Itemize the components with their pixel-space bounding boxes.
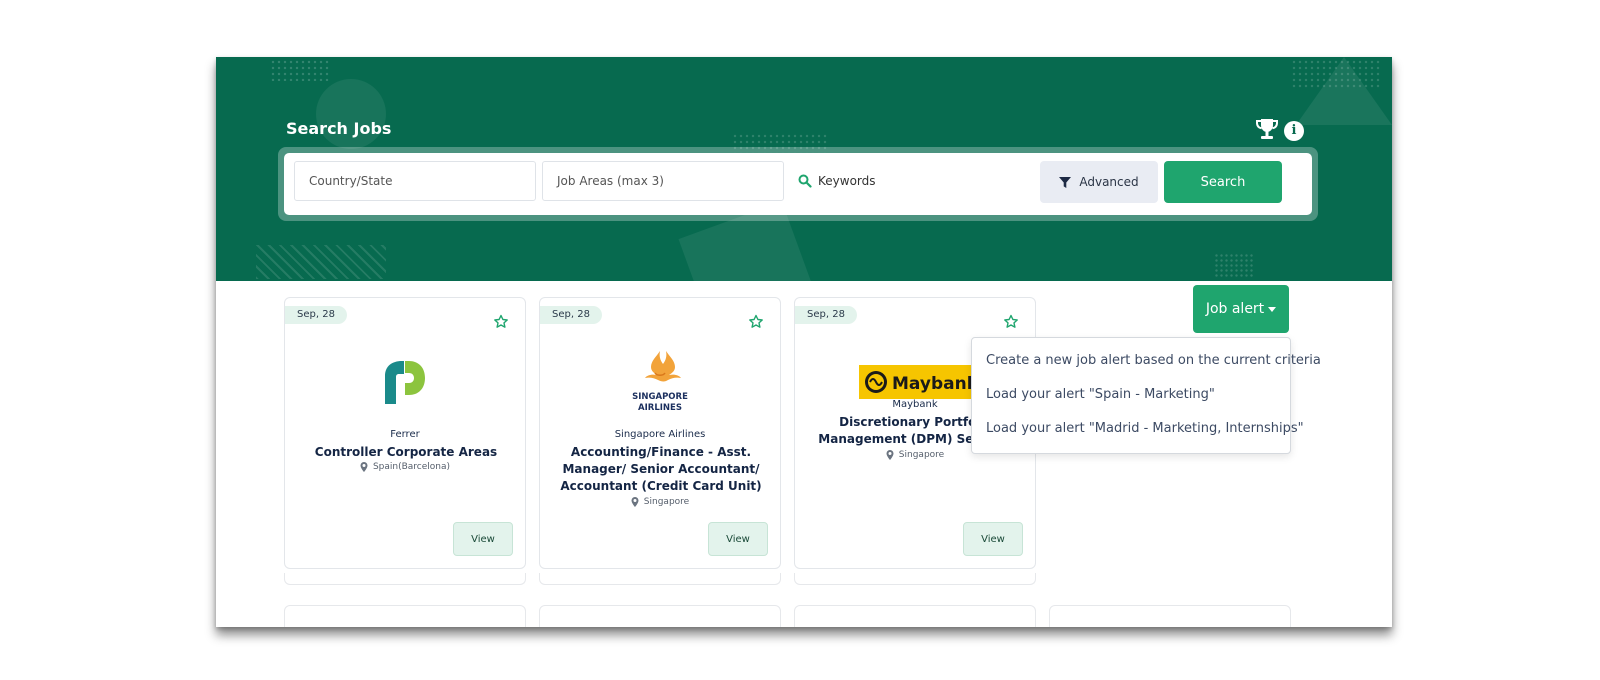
search-form: Country/State Job Areas (max 3) Advanced… — [284, 153, 1312, 215]
search-bar: Country/State Job Areas (max 3) Advanced… — [278, 147, 1318, 221]
location-label: Spain(Barcelona) — [372, 462, 451, 472]
menu-item-load-alert-spain-marketing[interactable]: Load your alert "Spain - Marketing" — [972, 380, 1290, 414]
advanced-search-button[interactable]: Advanced — [1040, 161, 1158, 203]
job-card-next-row — [794, 605, 1036, 627]
star-icon[interactable] — [748, 314, 764, 330]
pin-icon — [886, 450, 894, 460]
company-logo — [285, 346, 525, 418]
job-card-next-row — [284, 605, 526, 627]
star-icon[interactable] — [493, 314, 509, 330]
search-hero: Search Jobs i Country/State Job Areas (m… — [216, 57, 1392, 281]
menu-item-create-alert[interactable]: Create a new job alert based on the curr… — [972, 346, 1321, 380]
company-name: Singapore Airlines — [614, 429, 706, 440]
caret-down-icon — [1268, 307, 1277, 312]
card-stack-edge — [794, 573, 1036, 585]
ferrer-logo — [385, 361, 425, 404]
location-label: Singapore — [643, 497, 690, 507]
page-title: Search Jobs — [286, 119, 392, 138]
trophy-icon[interactable] — [1254, 117, 1280, 141]
decorative-dots — [1214, 253, 1254, 279]
view-button[interactable]: View — [708, 522, 768, 556]
job-title[interactable]: Controller Corporate Areas — [295, 444, 517, 461]
date-badge: Sep, 28 — [795, 306, 857, 324]
pin-icon — [360, 462, 368, 472]
job-alert-menu: Create a new job alert based on the curr… — [971, 337, 1321, 454]
job-location: Spain(Barcelona) — [285, 462, 525, 472]
keywords-field — [796, 161, 1026, 201]
decorative-dots — [270, 59, 330, 81]
advanced-label: Advanced — [1079, 175, 1139, 189]
search-icon — [798, 174, 812, 188]
card-stack-edge — [539, 573, 781, 585]
card-stack-edge — [284, 573, 526, 585]
maybank-logo: Maybank — [859, 365, 979, 399]
menu-item-load-alert-madrid-marketing[interactable]: Load your alert "Madrid - Marketing, Int… — [972, 414, 1304, 448]
location-label: Singapore — [898, 450, 945, 460]
logo-line-2: AIRLINES — [638, 403, 682, 413]
singapore-airlines-logo: SINGAPORE AIRLINES — [632, 351, 688, 413]
job-alert-button[interactable]: Job alert — [1193, 285, 1289, 333]
country-state-field[interactable]: Country/State — [294, 161, 536, 201]
job-card-next-row — [539, 605, 781, 627]
date-badge: Sep, 28 — [540, 306, 602, 324]
keywords-input[interactable] — [818, 161, 1018, 201]
maybank-wordmark: Maybank — [892, 374, 979, 394]
company-name: Ferrer — [390, 429, 420, 440]
job-card[interactable]: Sep, 28 Ferrer Controller Corporate Area… — [284, 297, 526, 569]
decorative-circle — [316, 79, 386, 149]
job-location: Singapore — [540, 497, 780, 507]
view-button[interactable]: View — [963, 522, 1023, 556]
date-badge: Sep, 28 — [285, 306, 347, 324]
search-button[interactable]: Search — [1164, 161, 1282, 203]
job-areas-field[interactable]: Job Areas (max 3) — [542, 161, 784, 201]
job-card[interactable]: Sep, 28 SINGAPORE AIRLINES Singapore Air… — [539, 297, 781, 569]
decorative-pattern — [256, 245, 386, 279]
company-logo: SINGAPORE AIRLINES — [540, 346, 780, 418]
view-button[interactable]: View — [453, 522, 513, 556]
job-alert-label: Job alert — [1205, 301, 1265, 317]
job-card-next-row — [1049, 605, 1291, 627]
pin-icon — [631, 497, 639, 507]
decorative-triangle — [1296, 57, 1392, 125]
filter-icon — [1059, 176, 1072, 188]
star-icon[interactable] — [1003, 314, 1019, 330]
info-icon[interactable]: i — [1284, 121, 1304, 141]
logo-line-1: SINGAPORE — [632, 392, 688, 402]
app-window: Search Jobs i Country/State Job Areas (m… — [216, 57, 1392, 627]
job-title[interactable]: Accounting/Finance - Asst. Manager/ Seni… — [550, 444, 772, 495]
